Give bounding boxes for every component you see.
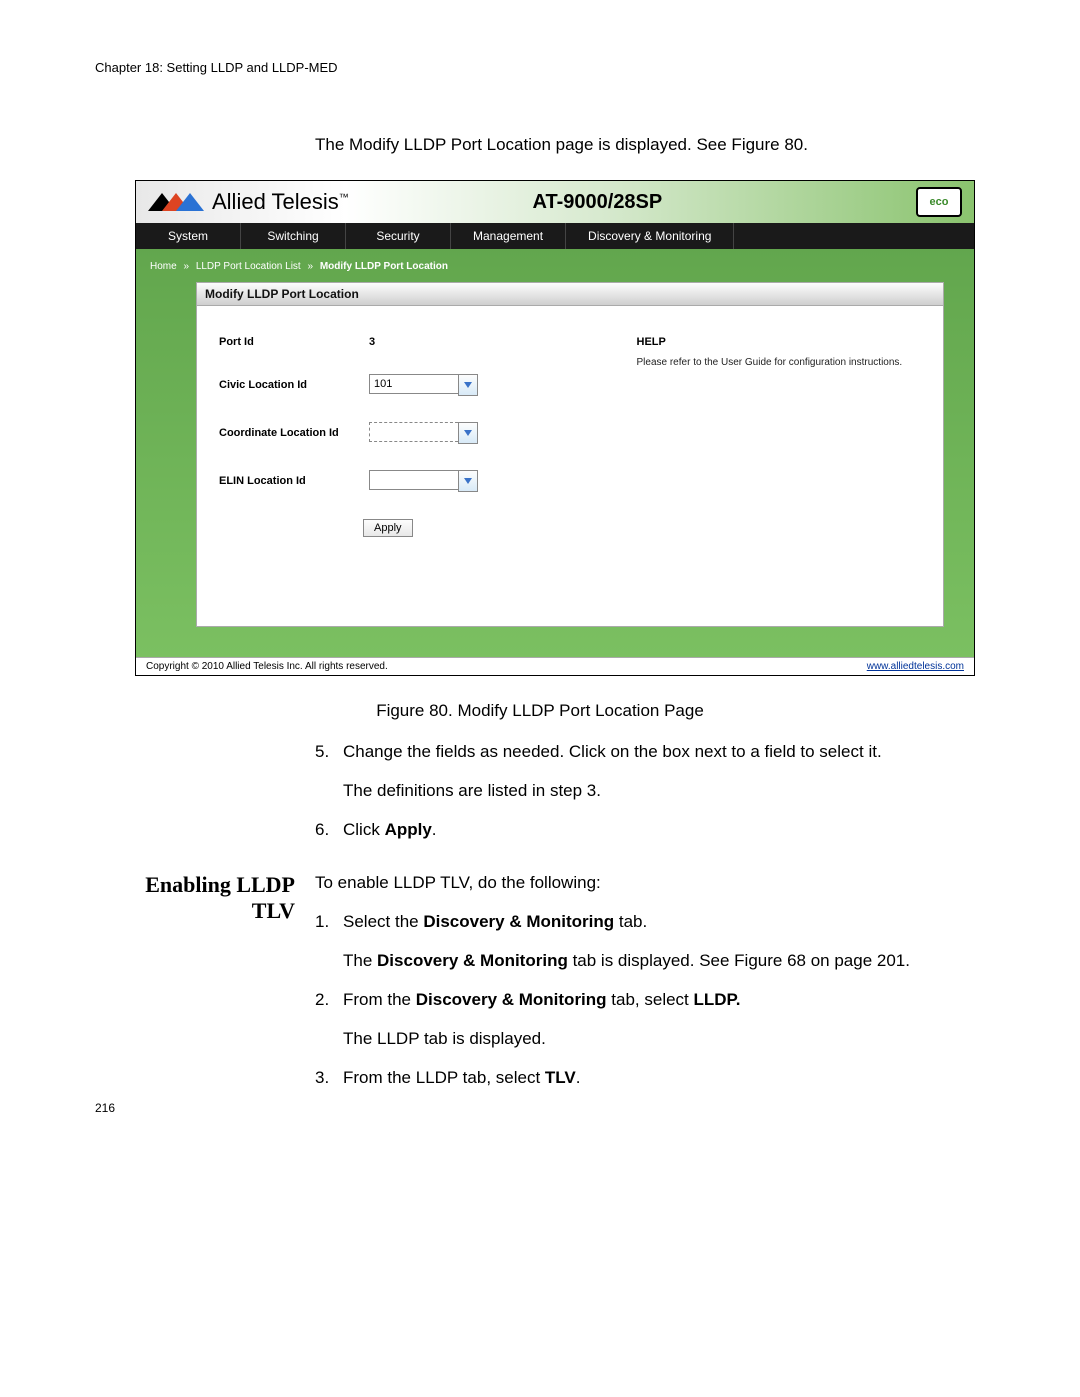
port-id-value: 3 — [369, 336, 375, 348]
elin-location-input[interactable] — [369, 470, 458, 490]
step-number-3: 3. — [315, 1067, 343, 1090]
elin-location-dropdown-button[interactable] — [458, 470, 478, 492]
eco-badge: eco — [916, 187, 962, 217]
step-6-text: Click Apply. — [343, 819, 985, 842]
page-number: 216 — [95, 1101, 115, 1115]
breadcrumb: Home » LLDP Port Location List » Modify … — [146, 257, 944, 282]
logo-icon — [148, 191, 206, 213]
help-panel: HELP Please refer to the User Guide for … — [629, 336, 928, 596]
apply-button[interactable]: Apply — [363, 519, 413, 537]
figure-caption: Figure 80. Modify LLDP Port Location Pag… — [95, 701, 985, 721]
step-5b-text: The definitions are listed in step 3. — [343, 780, 985, 803]
screenshot-figure: Allied Telesis™ AT-9000/28SP eco System … — [135, 180, 975, 676]
help-text: Please refer to the User Guide for confi… — [637, 356, 920, 370]
elin-location-label: ELIN Location Id — [213, 475, 369, 487]
nav-system[interactable]: System — [136, 223, 241, 249]
section-heading: Enabling LLDP TLV — [95, 872, 315, 1106]
civic-location-label: Civic Location Id — [213, 379, 369, 391]
step-number-6: 6. — [315, 819, 343, 842]
step-2-text: From the Discovery & Monitoring tab, sel… — [343, 989, 985, 1012]
copyright-text: Copyright © 2010 Allied Telesis Inc. All… — [146, 661, 388, 672]
chevron-down-icon — [464, 478, 472, 484]
port-id-label: Port Id — [213, 336, 369, 348]
section-intro: To enable LLDP TLV, do the following: — [315, 872, 985, 895]
step-2b-text: The LLDP tab is displayed. — [343, 1028, 985, 1051]
step-1-text: Select the Discovery & Monitoring tab. — [343, 911, 985, 934]
nav-switching[interactable]: Switching — [241, 223, 346, 249]
intro-text: The Modify LLDP Port Location page is di… — [315, 135, 985, 155]
chevron-down-icon — [464, 430, 472, 436]
civic-location-dropdown-button[interactable] — [458, 374, 478, 396]
nav-discovery-monitoring[interactable]: Discovery & Monitoring — [566, 223, 734, 249]
app-header: Allied Telesis™ AT-9000/28SP eco — [136, 181, 974, 223]
breadcrumb-home[interactable]: Home — [150, 261, 177, 272]
step-5-text: Change the fields as needed. Click on th… — [343, 741, 985, 764]
footer-bar: Copyright © 2010 Allied Telesis Inc. All… — [136, 657, 974, 675]
breadcrumb-current: Modify LLDP Port Location — [320, 261, 448, 272]
step-1b-text: The Discovery & Monitoring tab is displa… — [343, 950, 985, 973]
nav-management[interactable]: Management — [451, 223, 566, 249]
model-label: AT-9000/28SP — [279, 191, 916, 214]
site-link[interactable]: www.alliedtelesis.com — [867, 661, 964, 672]
step-number-1: 1. — [315, 911, 343, 934]
nav-security[interactable]: Security — [346, 223, 451, 249]
breadcrumb-l1[interactable]: LLDP Port Location List — [196, 261, 301, 272]
panel-title: Modify LLDP Port Location — [196, 282, 944, 306]
step-number-2: 2. — [315, 989, 343, 1012]
help-title: HELP — [637, 336, 920, 348]
civic-location-input[interactable] — [369, 374, 458, 394]
panel: Modify LLDP Port Location Port Id 3 Civi… — [196, 282, 944, 627]
coordinate-location-label: Coordinate Location Id — [213, 427, 369, 439]
chevron-down-icon — [464, 382, 472, 388]
chapter-header: Chapter 18: Setting LLDP and LLDP-MED — [95, 60, 985, 75]
coordinate-location-input[interactable] — [369, 422, 458, 442]
step-number-5: 5. — [315, 741, 343, 764]
coordinate-location-dropdown-button[interactable] — [458, 422, 478, 444]
nav-bar: System Switching Security Management Dis… — [136, 223, 974, 249]
step-3-text: From the LLDP tab, select TLV. — [343, 1067, 985, 1090]
